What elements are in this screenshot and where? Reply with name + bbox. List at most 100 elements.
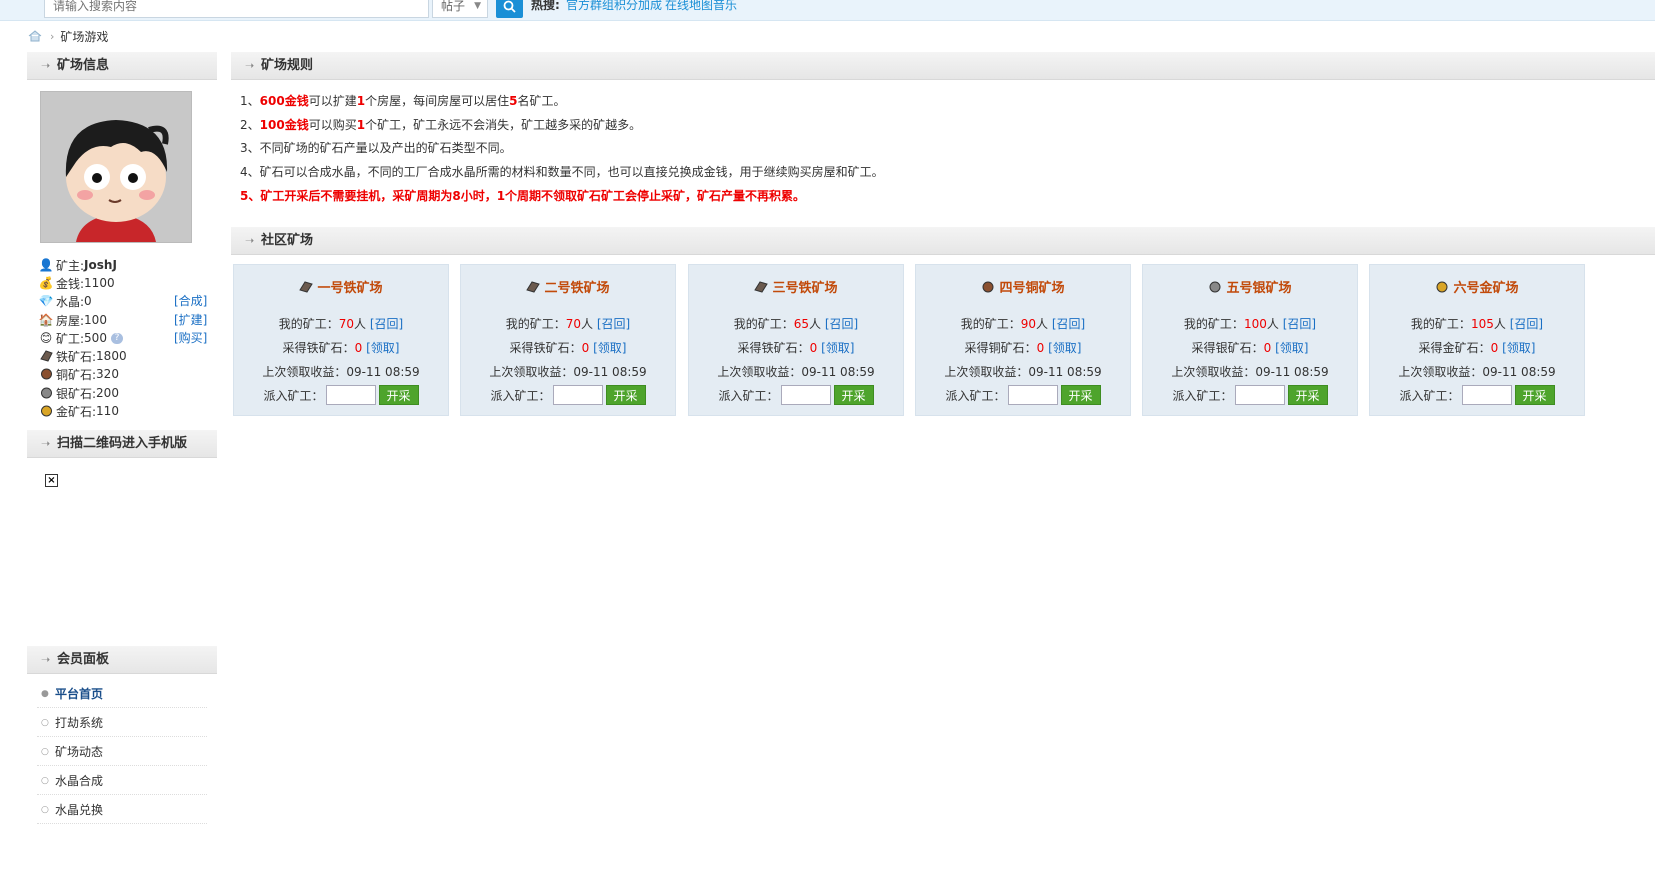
collected-label: 采得: [1191, 341, 1216, 355]
start-mining-button[interactable]: 开采: [1060, 385, 1101, 405]
collected-line: 采得金矿石：0 [领取]: [1370, 339, 1584, 356]
recall-link[interactable]: [召回]: [825, 317, 858, 331]
expand-link[interactable]: [扩建]: [174, 311, 207, 328]
mine-name: 五号银矿场: [1226, 281, 1292, 296]
copper-ore-icon: [981, 281, 995, 293]
claim-link[interactable]: [领取]: [593, 341, 626, 355]
crystal-row: 💎 水晶: 0: [39, 292, 92, 310]
buy-link[interactable]: [购买]: [174, 329, 207, 346]
last-claim-line: 上次领取收益：09-11 08:59: [916, 363, 1130, 380]
panel-title: 矿场信息: [57, 58, 110, 73]
recall-link[interactable]: [召回]: [370, 317, 403, 331]
recall-link[interactable]: [召回]: [597, 317, 630, 331]
mine-title[interactable]: 四号铜矿场: [916, 277, 1130, 296]
search-input[interactable]: [44, 0, 429, 18]
start-mining-button[interactable]: 开采: [378, 385, 419, 405]
hot-link[interactable]: 在线地图音乐: [665, 0, 737, 13]
last-claim-line: 上次领取收益：09-11 08:59: [1370, 363, 1584, 380]
claim-link[interactable]: [领取]: [1275, 341, 1308, 355]
claim-link[interactable]: [领取]: [1502, 341, 1535, 355]
mine-title[interactable]: 三号铁矿场: [689, 277, 903, 296]
start-mining-button[interactable]: 开采: [833, 385, 874, 405]
rule-3: 3、不同矿场的矿石产量以及产出的矿石类型不同。: [240, 141, 512, 155]
rule-text: 可以购买: [308, 118, 357, 132]
gold-row: 💰 金钱: 1100: [39, 274, 115, 292]
arrow-icon: ➝: [41, 59, 51, 72]
my-miners-value: 100: [1243, 317, 1267, 331]
collected-label: 采得: [282, 341, 307, 355]
rule-5: 5、矿工开采后不需要挂机，采矿周期为8小时，1个周期不领取矿石矿工会停止采矿，矿…: [240, 189, 806, 203]
mine-title[interactable]: 六号金矿场: [1370, 277, 1584, 296]
synthesize-link[interactable]: [合成]: [174, 292, 207, 309]
menu-item-dynamics[interactable]: ○ 矿场动态: [37, 738, 207, 766]
dispatch-miners-input[interactable]: [552, 385, 603, 405]
bullet-icon: ●: [41, 688, 49, 699]
copper-ore-icon: [39, 367, 53, 381]
menu-item-crystal-synth[interactable]: ○ 水晶合成: [37, 767, 207, 795]
menu-item-rob[interactable]: ○ 打劫系统: [37, 709, 207, 737]
gold-ore-label: 金矿石:: [56, 404, 97, 419]
rule-money: 100金钱: [259, 118, 309, 132]
people-unit: 人: [809, 317, 822, 331]
dispatch-miners-input[interactable]: [1234, 385, 1285, 405]
mine-title[interactable]: 五号银矿场: [1143, 277, 1357, 296]
claim-link[interactable]: [领取]: [366, 341, 399, 355]
gold-ore-icon: [1435, 281, 1449, 293]
rule-number: 2、: [240, 118, 260, 132]
gold-ore-value: 110: [96, 404, 119, 418]
mine-card: 五号银矿场 我的矿工：100人 [召回] 采得银矿石：0 [领取] 上次领取收益：09…: [1142, 264, 1358, 416]
home-icon[interactable]: [28, 30, 42, 42]
rule-text: 个房屋，每间房屋可以居住: [365, 94, 510, 108]
dispatch-label: 派入矿工：: [1172, 388, 1233, 403]
dispatch-row: 派入矿工： 开采: [1143, 385, 1357, 405]
collected-value: 0: [581, 341, 590, 355]
ore-type: 铁: [761, 341, 774, 355]
silver-ore-icon: [1208, 281, 1222, 293]
last-claim-time: 09-11 08:59: [801, 365, 875, 379]
collected-value: 0: [354, 341, 363, 355]
recall-link[interactable]: [召回]: [1283, 317, 1316, 331]
start-mining-button[interactable]: 开采: [605, 385, 646, 405]
my-miners-label: 我的矿工：: [1183, 317, 1244, 331]
search-type-select[interactable]: 帖子 ▼: [432, 0, 488, 18]
dispatch-miners-input[interactable]: [325, 385, 376, 405]
dispatch-miners-input[interactable]: [1461, 385, 1512, 405]
collected-line: 采得铁矿石：0 [领取]: [689, 339, 903, 356]
rule-number: 1、: [240, 94, 260, 108]
arrow-icon: ➝: [41, 437, 51, 450]
dispatch-row: 派入矿工： 开采: [234, 385, 448, 405]
my-miners-line: 我的矿工：65人 [召回]: [689, 315, 903, 332]
collected-label: 矿石：: [1000, 341, 1037, 355]
dispatch-miners-input[interactable]: [1007, 385, 1058, 405]
miner-row: 😊 矿工: 500 ?: [39, 329, 123, 347]
claim-link[interactable]: [领取]: [1048, 341, 1081, 355]
arrow-icon: ➝: [245, 234, 255, 247]
menu-item-crystal-exchange[interactable]: ○ 水晶兑换: [37, 796, 207, 824]
rule-4: 4、矿石可以合成水晶，不同的工厂合成水晶所需的材料和数量不同，也可以直接兑换成金…: [240, 165, 884, 179]
search-button[interactable]: [496, 0, 523, 18]
start-mining-button[interactable]: 开采: [1287, 385, 1328, 405]
mine-title[interactable]: 二号铁矿场: [461, 277, 675, 296]
recall-link[interactable]: [召回]: [1510, 317, 1543, 331]
people-unit: 人: [354, 317, 367, 331]
hot-link[interactable]: 官方群组积分加成: [566, 0, 662, 13]
gold-ore-row: 金矿石: 110: [39, 402, 119, 420]
last-claim-label: 上次领取收益：: [944, 365, 1029, 379]
help-icon[interactable]: ?: [110, 332, 123, 344]
rule-text: 个矿工，矿工永远不会消失，矿工越多采的矿越多。: [365, 118, 642, 132]
last-claim-time: 09-11 08:59: [1482, 365, 1556, 379]
recall-link[interactable]: [召回]: [1052, 317, 1085, 331]
menu-item-home[interactable]: ● 平台首页: [37, 680, 207, 708]
start-mining-button[interactable]: 开采: [1514, 385, 1555, 405]
rule-text: 可以扩建: [308, 94, 357, 108]
breadcrumb-current: 矿场游戏: [60, 29, 109, 44]
mine-title[interactable]: 一号铁矿场: [234, 277, 448, 296]
collected-value: 0: [1490, 341, 1499, 355]
dispatch-miners-input[interactable]: [780, 385, 831, 405]
last-claim-label: 上次领取收益：: [1171, 365, 1256, 379]
panel-title: 社区矿场: [261, 233, 314, 248]
copper-ore-value: 320: [96, 367, 119, 381]
claim-link[interactable]: [领取]: [821, 341, 854, 355]
house-row: 🏠 房屋: 100: [39, 311, 107, 329]
rule-number-highlight: 1: [356, 118, 366, 132]
